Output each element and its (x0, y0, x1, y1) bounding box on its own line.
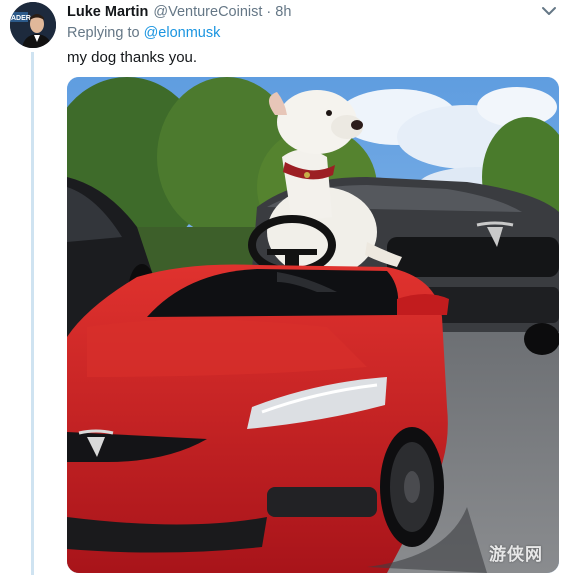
separator-dot: · (266, 4, 272, 20)
tweet-photo[interactable]: 游侠网 (67, 77, 559, 573)
reply-context: Replying to @elonmusk (67, 25, 220, 41)
avatar-badge-text: ADER (11, 15, 31, 22)
tweet-text: my dog thanks you. (67, 49, 198, 66)
watermark: 游侠网 (489, 545, 543, 565)
timestamp[interactable]: 8h (275, 4, 291, 20)
reply-prefix: Replying to (67, 25, 140, 41)
chevron-down-icon[interactable] (541, 3, 557, 19)
avatar[interactable]: ADER (10, 2, 56, 48)
author-name[interactable]: Luke Martin (67, 4, 148, 20)
thread-line (31, 52, 34, 575)
reply-handle-link[interactable]: @elonmusk (144, 25, 221, 41)
author-handle[interactable]: @VentureCoinist (153, 4, 262, 20)
tweet-header: Luke Martin @VentureCoinist · 8h (67, 2, 564, 22)
